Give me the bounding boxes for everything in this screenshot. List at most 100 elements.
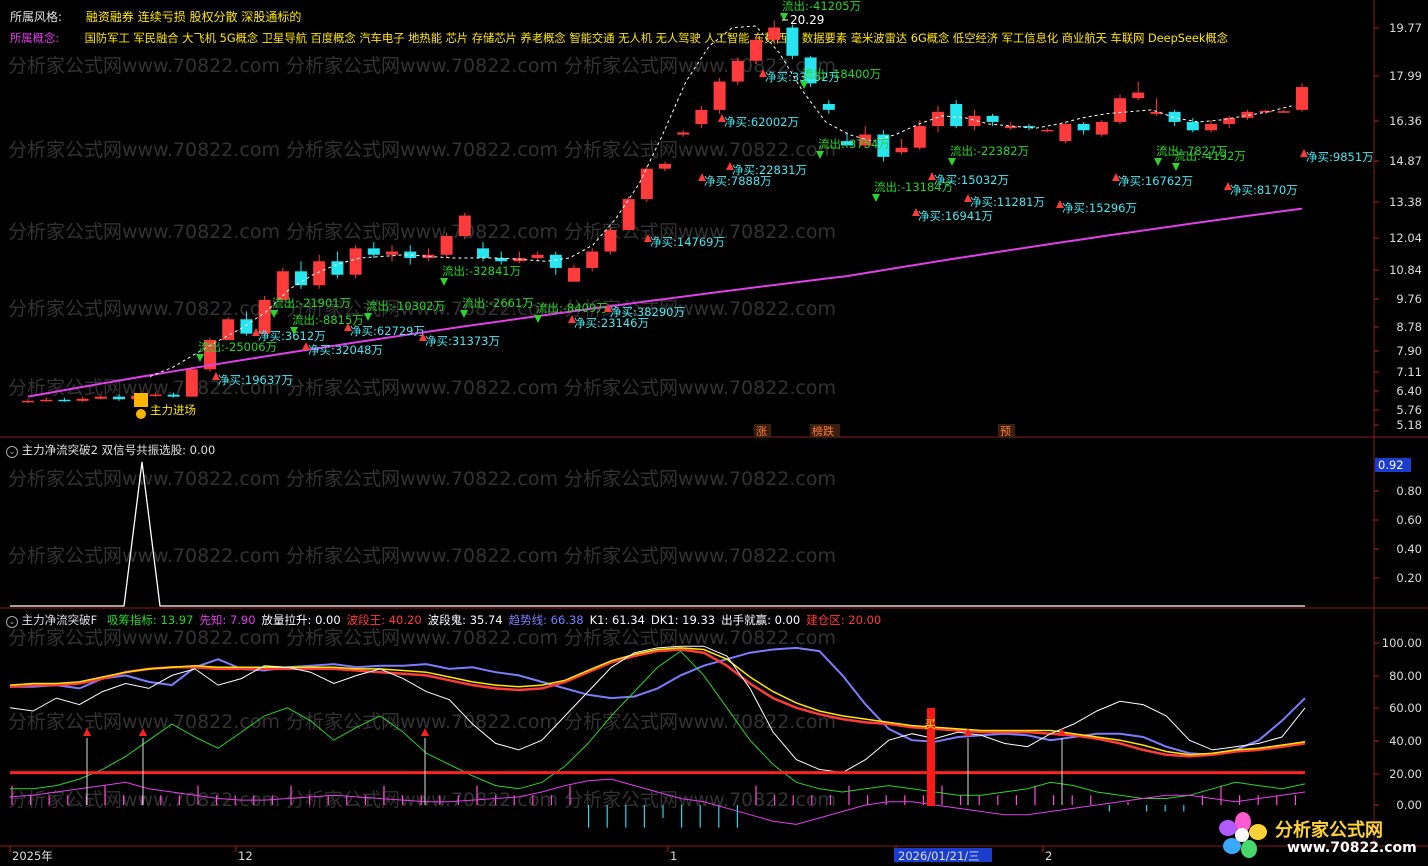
candle-body[interactable] xyxy=(185,369,198,397)
candle-body[interactable] xyxy=(568,267,580,282)
indicator-legend-item: 波段王: 40.20 xyxy=(346,613,422,627)
candle-body[interactable] xyxy=(604,230,617,252)
candle-body[interactable] xyxy=(1259,110,1272,113)
panel3-axis-label: 80.00 xyxy=(1389,669,1422,683)
candle-body[interactable] xyxy=(149,394,162,397)
price-tick-label: 12.04 xyxy=(1389,231,1422,245)
watermark-text: 分析家公式网www.70822.com 分析家公式网www.70822.com … xyxy=(8,627,836,649)
time-axis-label: 2 xyxy=(1045,849,1052,863)
event-tag: 预 xyxy=(1000,425,1011,438)
price-tick-label: 5.18 xyxy=(1396,418,1422,432)
panel3-axis-label: 60.00 xyxy=(1389,701,1422,715)
candle-body[interactable] xyxy=(713,81,726,110)
candle-body[interactable] xyxy=(222,319,235,341)
candle-body[interactable] xyxy=(1168,111,1181,122)
candle-body[interactable] xyxy=(1059,124,1072,142)
time-axis-label: 1 xyxy=(670,849,677,863)
candle-body[interactable] xyxy=(367,248,380,255)
candle-body[interactable] xyxy=(731,60,744,82)
candle-body[interactable] xyxy=(677,132,690,135)
candle-body[interactable] xyxy=(1077,124,1090,131)
candle-body[interactable] xyxy=(986,115,999,122)
candle-body[interactable] xyxy=(1095,121,1108,135)
signal-label: 净买:16941万 xyxy=(918,209,993,223)
candle-body[interactable] xyxy=(950,103,963,127)
panel2-axis-label: 0.40 xyxy=(1396,542,1422,556)
candle-body[interactable] xyxy=(1241,111,1254,118)
candle-body[interactable] xyxy=(40,399,53,402)
candle-body[interactable] xyxy=(586,251,599,268)
candle-body[interactable] xyxy=(94,396,107,399)
flower-icon xyxy=(1219,812,1267,860)
panel-collapse-icon[interactable]: ⌄ xyxy=(6,616,18,628)
candle-body[interactable] xyxy=(695,109,708,125)
indicator-legend-item: DK1: 19.33 xyxy=(650,613,716,627)
candle-body[interactable] xyxy=(1277,111,1290,113)
candle-body[interactable] xyxy=(440,236,453,255)
k1-line xyxy=(9,645,1306,774)
signal-label: 流出:-22382万 xyxy=(950,144,1029,158)
candle-body[interactable] xyxy=(1114,98,1126,122)
candle-body[interactable] xyxy=(659,163,671,169)
watermark-text: 分析家公式网www.70822.com 分析家公式网www.70822.com … xyxy=(8,545,836,567)
candle-body[interactable] xyxy=(750,39,762,61)
signal-label: 流出:-10302万 xyxy=(366,299,445,313)
candle-body[interactable] xyxy=(1041,129,1054,132)
candle-body[interactable] xyxy=(458,215,471,237)
price-tick-label: 7.90 xyxy=(1396,344,1422,358)
band-king-line xyxy=(9,648,1306,758)
candle-body[interactable] xyxy=(477,248,489,258)
candle-body[interactable] xyxy=(932,111,944,127)
panel-collapse-icon[interactable]: ⌄ xyxy=(6,446,18,458)
candle-body[interactable] xyxy=(1132,92,1145,99)
candle-body[interactable] xyxy=(386,251,398,255)
down-arrow-icon xyxy=(948,158,956,166)
panel3-name: 主力净流突破F xyxy=(21,613,98,627)
candle-body[interactable] xyxy=(895,147,908,153)
price-tick-label: 8.78 xyxy=(1396,320,1422,334)
price-tick-label: 17.99 xyxy=(1389,69,1422,83)
candle-body[interactable] xyxy=(768,27,781,40)
logo-text: 分析家公式网 xyxy=(1275,820,1383,841)
candle-body[interactable] xyxy=(313,261,326,286)
signal-label: 主力进场 xyxy=(150,403,196,417)
panel3-title-row: ⌄ 主力净流突破F 吸筹指标: 13.97 先知: 7.90 放量拉升: 0.00 波… xyxy=(6,612,881,628)
event-tag: 涨 xyxy=(756,425,767,438)
candle-body[interactable] xyxy=(240,319,253,334)
candle-body[interactable] xyxy=(113,396,125,400)
candle-body[interactable] xyxy=(22,400,34,403)
candle-body[interactable] xyxy=(786,27,799,56)
candle-body[interactable] xyxy=(1223,117,1236,125)
indicator-legend-item: 放量拉升: 0.00 xyxy=(261,613,341,627)
signal-label: 净买:14769万 xyxy=(650,235,725,249)
panel2-axis-label: 0.20 xyxy=(1396,571,1422,585)
time-axis-label: 12 xyxy=(238,849,253,863)
event-tag: 榜跌 xyxy=(812,424,834,438)
watermark-text: 分析家公式网www.70822.com 分析家公式网www.70822.com … xyxy=(8,711,836,733)
candle-body[interactable] xyxy=(622,199,635,231)
candle-body[interactable] xyxy=(822,103,835,110)
candle-body[interactable] xyxy=(640,168,653,200)
signal-label: 流出:-2661万 xyxy=(462,296,534,310)
signal-label: 流出:-18400万 xyxy=(802,67,881,81)
signal-label: 净买:8170万 xyxy=(1230,183,1298,197)
candle-body[interactable] xyxy=(549,254,562,268)
indicator-legend-value: 35.74 xyxy=(469,613,503,627)
candle-body[interactable] xyxy=(531,254,544,258)
candle-body[interactable] xyxy=(58,399,71,402)
candle-body[interactable] xyxy=(1296,87,1308,110)
indicator-legend-item: 吸筹指标: 13.97 xyxy=(106,613,194,627)
candle-body[interactable] xyxy=(1186,121,1199,131)
candle-body[interactable] xyxy=(76,398,89,401)
time-axis-label: 2025年 xyxy=(12,849,53,863)
candle-body[interactable] xyxy=(295,271,307,286)
peak-price-label: 20.29 xyxy=(790,13,824,27)
panel2-title: 主力净流突破2 双信号共振选股: 0.00 xyxy=(21,443,216,457)
candle-body[interactable] xyxy=(913,126,926,148)
chart-canvas[interactable]: 分析家公式网www.70822.com 分析家公式网www.70822.com … xyxy=(0,0,1428,866)
buy-tag: 买 xyxy=(925,718,936,731)
candle-body[interactable] xyxy=(349,248,362,275)
candle-body[interactable] xyxy=(1205,124,1217,131)
candle-body[interactable] xyxy=(167,394,180,397)
panel2-axis-label: 0.80 xyxy=(1396,484,1422,498)
